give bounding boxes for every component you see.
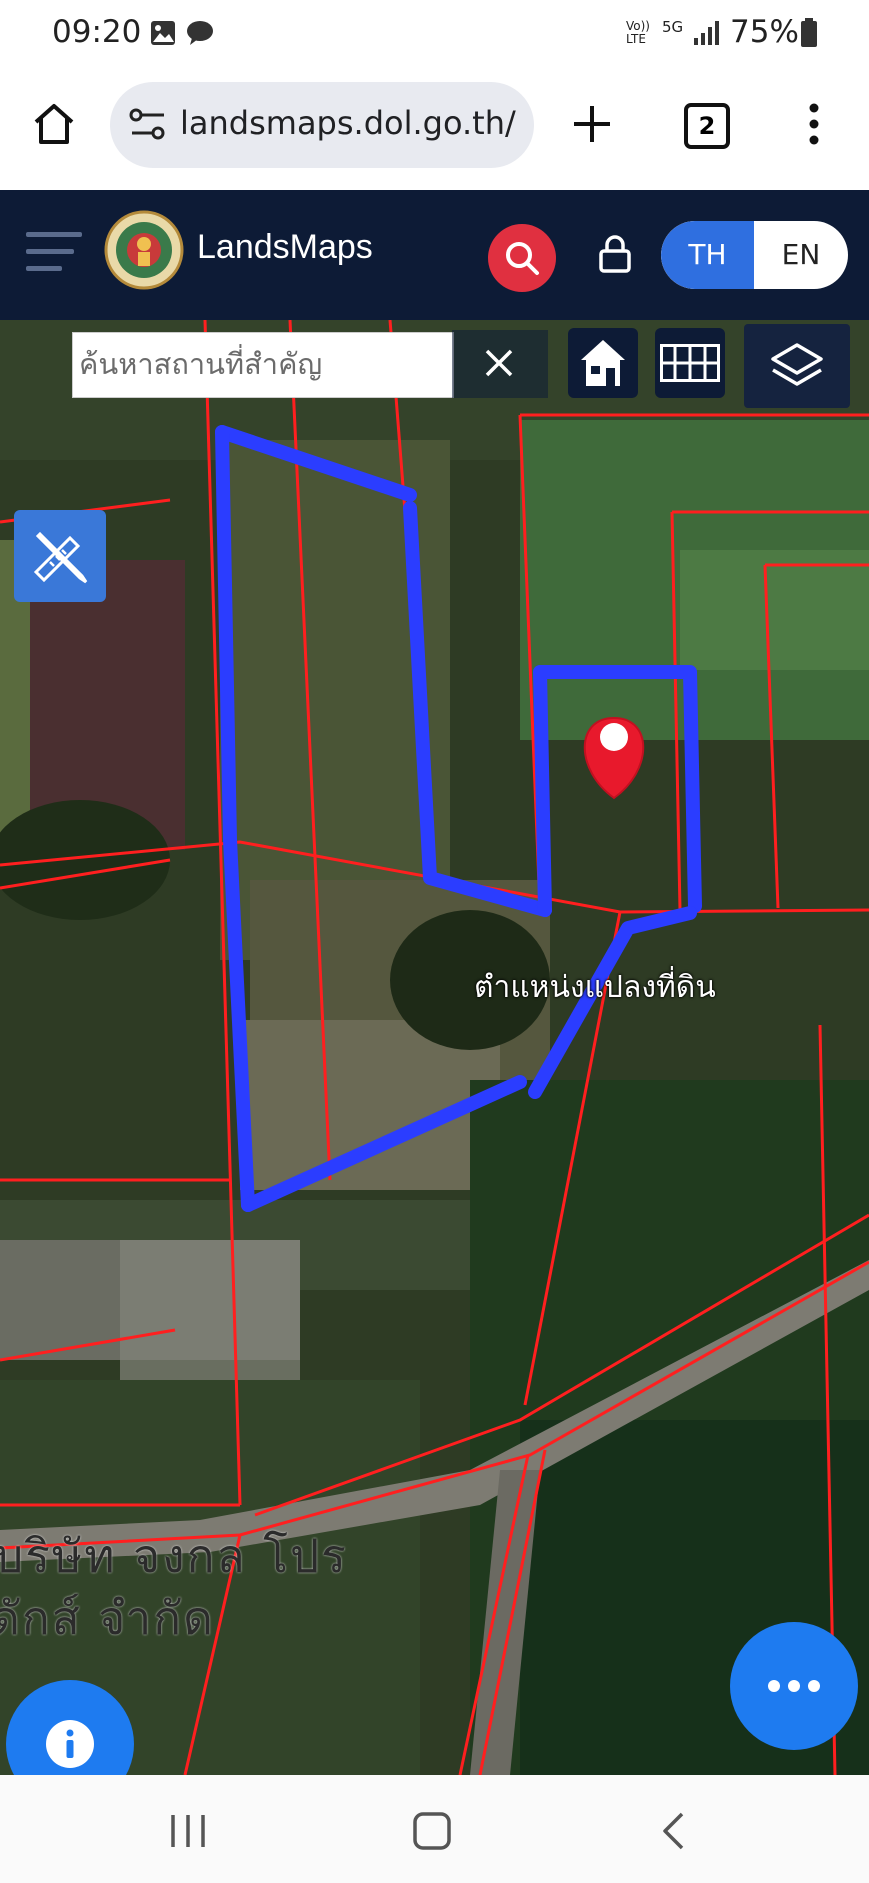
nav-home-icon[interactable] — [412, 1811, 452, 1855]
search-clear-button[interactable] — [452, 330, 548, 398]
back-icon[interactable] — [660, 1811, 686, 1855]
satellite-map[interactable]: ตำแหน่งแปลงที่ดิน บริษัท จงกล โปร ดักส์ … — [0, 320, 869, 1775]
settings-sliders-icon[interactable] — [128, 106, 168, 146]
status-time: 09:20 — [52, 14, 142, 50]
home-icon[interactable] — [30, 100, 78, 152]
address-bar[interactable]: landsmaps.dol.go.th/ — [110, 82, 534, 168]
lang-th-option[interactable]: TH — [661, 221, 754, 289]
hamburger-icon[interactable] — [26, 230, 82, 278]
app-header: LandsMaps TH EN — [0, 190, 869, 320]
gallery-icon — [150, 20, 176, 50]
tab-count: 2 — [698, 112, 716, 140]
language-toggle[interactable]: TH EN — [661, 221, 848, 289]
system-nav-bar — [0, 1775, 869, 1883]
status-bar: 09:20 Vo)) LTE 5G 75% — [0, 0, 869, 72]
more-options-button[interactable] — [730, 1622, 858, 1750]
chat-icon — [186, 20, 214, 50]
place-search-input[interactable] — [73, 333, 455, 395]
url-text: landsmaps.dol.go.th/ — [180, 104, 516, 142]
network-label: Vo)) LTE — [626, 19, 650, 46]
more-vertical-icon[interactable] — [802, 100, 826, 152]
recent-apps-icon[interactable] — [168, 1813, 208, 1853]
battery-percent: 75% — [730, 14, 799, 50]
network-type: 5G — [662, 18, 684, 36]
dol-logo — [104, 210, 184, 294]
browser-toolbar: landsmaps.dol.go.th/ 2 — [0, 72, 869, 190]
lang-en-option[interactable]: EN — [754, 221, 848, 289]
lock-icon[interactable] — [598, 234, 632, 278]
grid-toggle-button[interactable] — [655, 328, 725, 398]
layers-button[interactable] — [744, 324, 850, 408]
pin-label: ตำแหน่งแปลงที่ดิน — [474, 970, 716, 1005]
plus-icon[interactable] — [570, 102, 614, 150]
measure-tool-button[interactable] — [14, 510, 106, 602]
battery-icon — [800, 18, 818, 52]
company-label-line2: ดักส์ จำกัด — [0, 1591, 215, 1645]
search-button[interactable] — [488, 224, 556, 292]
brand-name: LandsMaps — [197, 228, 373, 266]
place-search-box[interactable] — [72, 332, 455, 398]
signal-icon — [692, 20, 720, 50]
search-icon — [503, 239, 541, 281]
map-home-button[interactable] — [568, 328, 638, 398]
tab-switcher-button[interactable]: 2 — [684, 103, 730, 149]
